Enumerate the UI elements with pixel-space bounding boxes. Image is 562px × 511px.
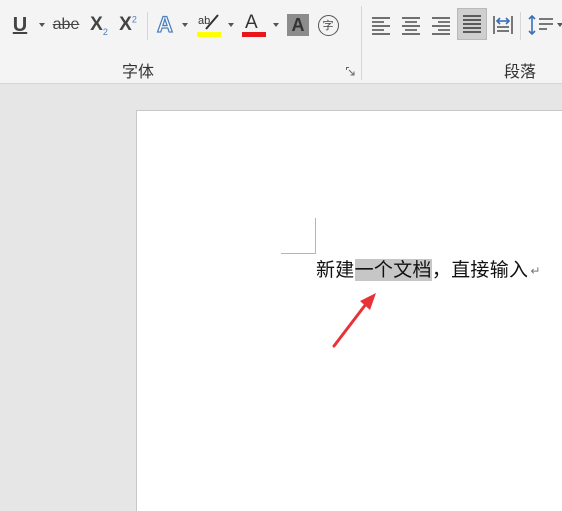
underline-icon: U [12, 13, 28, 36]
strikethrough-icon: abe [52, 16, 80, 33]
align-right-button[interactable] [428, 10, 454, 40]
separator [147, 12, 148, 40]
highlight-dropdown[interactable] [228, 23, 234, 27]
arrow-annotation [332, 293, 376, 348]
subscript-label: X [90, 13, 103, 35]
font-color-button[interactable]: A [240, 10, 268, 40]
subscript-button[interactable]: X2 [86, 10, 112, 40]
document-text-line[interactable]: 新建一个文档，直接输入 ↵ [316, 256, 541, 284]
distributed-icon [493, 16, 513, 34]
text-after-selection: ，直接输入 [431, 259, 529, 281]
subscript-icon: X2 [90, 14, 108, 37]
justify-icon [463, 15, 481, 33]
margin-corner-mark [281, 253, 316, 254]
superscript-small: 2 [131, 14, 137, 25]
align-left-button[interactable] [368, 10, 394, 40]
selected-text[interactable]: 一个文档 [354, 259, 432, 281]
align-left-icon [372, 17, 390, 35]
paragraph-group-label: 段落 [504, 62, 537, 81]
line-spacing-dropdown[interactable] [557, 23, 562, 27]
text-effect-dropdown[interactable] [182, 23, 188, 27]
group-separator [361, 6, 362, 80]
underline-button[interactable]: U [9, 10, 31, 40]
encircle-char-button[interactable]: 字 [316, 10, 340, 40]
superscript-button[interactable]: X2 [115, 10, 141, 40]
justify-button[interactable] [457, 8, 487, 40]
svg-text:A: A [245, 12, 258, 33]
margin-corner-mark [315, 218, 316, 253]
superscript-icon: X2 [119, 14, 137, 36]
dialog-launcher-icon[interactable] [346, 67, 355, 76]
underline-dropdown[interactable] [39, 23, 45, 27]
encircle-char-icon: 字 [317, 14, 339, 36]
ribbon: U abe X2 X2 A ab A A 字 字体 段落 [0, 0, 562, 84]
text-before-selection: 新建 [316, 259, 355, 281]
line-spacing-button[interactable] [527, 10, 555, 40]
char-shading-button[interactable]: A [286, 10, 310, 40]
align-right-icon [432, 17, 450, 35]
font-color-icon: A [242, 12, 266, 37]
separator [520, 12, 521, 40]
line-spacing-icon [528, 14, 553, 36]
subscript-small: 2 [102, 26, 108, 37]
superscript-label: X [119, 14, 132, 35]
strikethrough-button[interactable]: abe [51, 10, 81, 40]
font-color-dropdown[interactable] [273, 23, 279, 27]
font-group-label: 字体 [122, 62, 155, 81]
text-effect-button[interactable]: A [153, 10, 177, 40]
highlight-icon: ab [197, 14, 221, 37]
highlight-button[interactable]: ab [195, 10, 223, 40]
distributed-button[interactable] [490, 10, 516, 40]
align-center-button[interactable] [398, 10, 424, 40]
text-effect-icon: A [156, 11, 173, 37]
align-center-icon [402, 17, 420, 35]
paragraph-mark: ↵ [530, 263, 541, 278]
char-shading-icon: A [287, 14, 309, 36]
